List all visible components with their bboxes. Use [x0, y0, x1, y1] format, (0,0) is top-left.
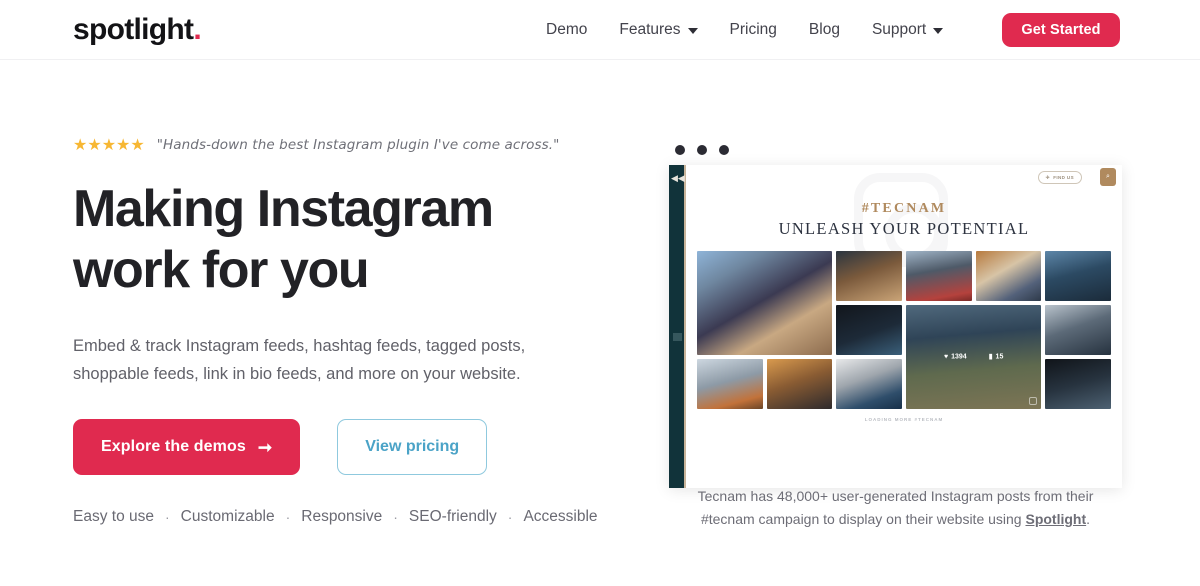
spotlight-link[interactable]: Spotlight [1025, 511, 1086, 527]
comment-count: 15 [995, 353, 1004, 361]
instagram-feed-grid: ♥ 1394 ▮ 15 [697, 251, 1111, 409]
nav-item-label: Features [619, 21, 681, 38]
mockup-topbar: ✈ FIND US ⌕ [686, 165, 1122, 191]
view-pricing-button[interactable]: View pricing [337, 419, 488, 476]
rating-row: ★★★★★ "Hands-down the best Instagram plu… [73, 135, 633, 157]
browser-mockup: ◀◀ ✈ FIND US ⌕ #TECNAM UNLEASH YOUR POTE… [669, 145, 1122, 488]
instagram-badge-icon [1029, 397, 1038, 405]
caption-line-2-prefix: #tecnam campaign to display on their web… [700, 511, 1026, 528]
like-count: 1394 [951, 353, 967, 361]
sidebar-marker [673, 333, 682, 341]
feature-list: Easy to use · Customizable · Responsive … [73, 508, 633, 526]
feed-tile [766, 359, 833, 409]
feature-item: Accessible [523, 508, 598, 526]
caption-line-1: Tecnam has 48,000+ user-generated Instag… [697, 488, 1094, 504]
heart-icon: ♥ [943, 353, 949, 361]
nav-item-label: Pricing [729, 21, 777, 38]
nav-item-blog[interactable]: Blog [793, 0, 856, 60]
nav-item-pricing[interactable]: Pricing [714, 0, 793, 60]
mockup-heading: #TECNAM UNLEASH YOUR POTENTIAL [686, 201, 1122, 239]
feature-separator: · [393, 509, 398, 526]
testimonial-quote: "Hands-down the best Instagram plugin I'… [156, 137, 560, 154]
nav-item-label: Blog [808, 21, 840, 38]
feed-tile-featured: ♥ 1394 ▮ 15 [905, 305, 1042, 409]
nav-item-support[interactable]: Support [856, 0, 959, 60]
find-us-button: ✈ FIND US [1037, 171, 1082, 184]
arrow-right-icon: ➞ [257, 437, 273, 457]
feed-tile [836, 251, 902, 301]
feature-item: Responsive [301, 508, 383, 526]
nav-item-features[interactable]: Features [603, 0, 713, 60]
chevron-down-icon [933, 28, 944, 34]
hero-content: ★★★★★ "Hands-down the best Instagram plu… [73, 135, 633, 526]
window-dot-icon [719, 145, 729, 155]
browser-window-dots [669, 145, 1122, 155]
landing-page: spotlight. Demo Features Pricing Blog Su… [0, 0, 1200, 586]
logo-dot: . [193, 13, 201, 46]
feed-tile [836, 305, 902, 355]
plane-icon: ✈ [1045, 174, 1051, 181]
like-stat: ♥ 1394 [944, 354, 967, 361]
feature-item: SEO-friendly [408, 508, 497, 526]
feed-tile [975, 251, 1042, 301]
mockup-page-body: ✈ FIND US ⌕ #TECNAM UNLEASH YOUR POTENTI… [686, 165, 1122, 488]
main-nav: Demo Features Pricing Blog Support [530, 0, 959, 60]
feature-item: Customizable [180, 508, 275, 526]
feed-tile [1045, 305, 1111, 355]
load-more-label: LOADING MORE #TECNAM [864, 417, 944, 422]
engagement-overlay: ♥ 1394 ▮ 15 [906, 354, 1041, 361]
explore-demos-button[interactable]: Explore the demos ➞ [73, 419, 301, 476]
comment-stat: ▮ 15 [989, 354, 1004, 361]
search-icon: ⌕ [1100, 168, 1116, 186]
mockup-caption: Tecnam has 48,000+ user-generated Instag… [669, 485, 1122, 531]
feed-tile [1045, 359, 1111, 409]
get-started-button[interactable]: Get Started [1002, 13, 1120, 47]
mockup-hashtag: #TECNAM [861, 201, 947, 216]
logo-text: spotlight [73, 13, 194, 46]
feature-separator: · [507, 509, 513, 526]
site-header: spotlight. Demo Features Pricing Blog Su… [0, 0, 1200, 60]
feature-item: Easy to use [73, 508, 154, 526]
brand-logo[interactable]: spotlight. [73, 13, 202, 46]
feature-separator: · [285, 509, 291, 526]
collapse-icon: ◀◀ [671, 173, 685, 183]
nav-item-label: Demo [546, 21, 588, 38]
chevron-down-icon [687, 28, 698, 34]
nav-item-demo[interactable]: Demo [530, 0, 603, 60]
hero-subtext: Embed & track Instagram feeds, hashtag f… [73, 336, 526, 384]
caption-line-2-suffix: . [1086, 511, 1091, 528]
comment-icon: ▮ [988, 353, 993, 361]
feed-tile [905, 251, 972, 301]
mockup-sidebar: ◀◀ [669, 165, 686, 488]
cta-row: Explore the demos ➞ View pricing [73, 419, 633, 476]
page-title: Making Instagram work for you [73, 180, 494, 299]
explore-demos-label: Explore the demos [101, 438, 246, 456]
window-dot-icon [675, 145, 685, 155]
mockup-title: UNLEASH YOUR POTENTIAL [778, 219, 1030, 238]
nav-item-label: Support [871, 21, 927, 38]
feed-tile [836, 359, 902, 409]
star-rating-icon: ★★★★★ [73, 137, 145, 154]
feed-tile [1045, 251, 1111, 301]
window-dot-icon [697, 145, 707, 155]
mockup-window: ◀◀ ✈ FIND US ⌕ #TECNAM UNLEASH YOUR POTE… [669, 165, 1122, 488]
find-us-label: FIND US [1053, 175, 1074, 180]
feed-tile [697, 251, 833, 355]
feed-tile [697, 359, 763, 409]
feature-separator: · [165, 509, 170, 526]
